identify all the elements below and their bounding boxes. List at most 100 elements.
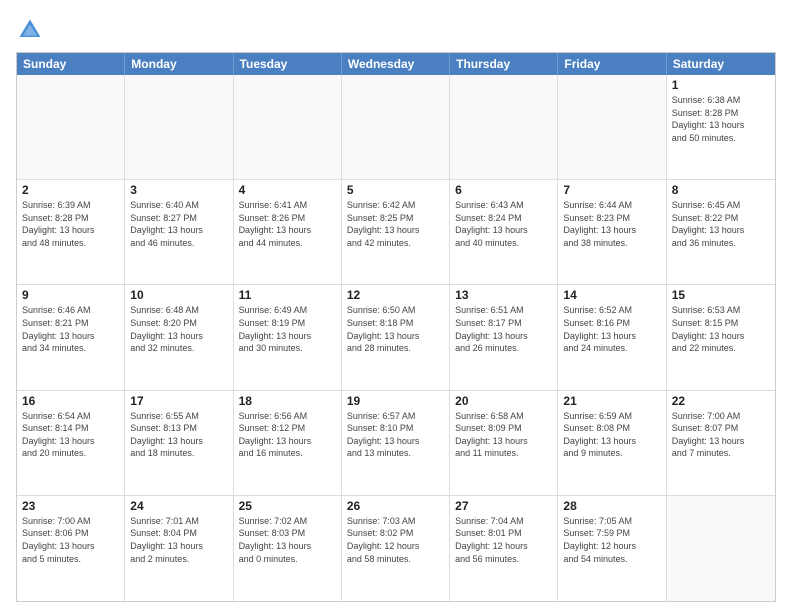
calendar-cell: 27 Sunrise: 7:04 AM Sunset: 8:01 PM Dayli… xyxy=(450,496,558,601)
day-number: 17 xyxy=(130,394,227,408)
day-number: 8 xyxy=(672,183,770,197)
day-number: 15 xyxy=(672,288,770,302)
day-info: Sunrise: 7:01 AM Sunset: 8:04 PM Dayligh… xyxy=(130,515,227,565)
calendar-week: 1 Sunrise: 6:38 AM Sunset: 8:28 PM Daylig… xyxy=(17,75,775,180)
day-number: 19 xyxy=(347,394,444,408)
calendar-week: 9Sunrise: 6:46 AM Sunset: 8:21 PM Daylig… xyxy=(17,285,775,390)
day-info: Sunrise: 6:51 AM Sunset: 8:17 PM Dayligh… xyxy=(455,304,552,354)
day-info: Sunrise: 7:00 AM Sunset: 8:07 PM Dayligh… xyxy=(672,410,770,460)
day-number: 9 xyxy=(22,288,119,302)
calendar-cell: 22 Sunrise: 7:00 AM Sunset: 8:07 PM Dayli… xyxy=(667,391,775,495)
calendar-cell: 19 Sunrise: 6:57 AM Sunset: 8:10 PM Dayli… xyxy=(342,391,450,495)
day-number: 21 xyxy=(563,394,660,408)
day-number: 20 xyxy=(455,394,552,408)
day-number: 12 xyxy=(347,288,444,302)
calendar-cell: 14 Sunrise: 6:52 AM Sunset: 8:16 PM Dayli… xyxy=(558,285,666,389)
calendar-week: 2 Sunrise: 6:39 AM Sunset: 8:28 PM Daylig… xyxy=(17,180,775,285)
calendar-cell: 28 Sunrise: 7:05 AM Sunset: 7:59 PM Dayli… xyxy=(558,496,666,601)
calendar-cell: 18 Sunrise: 6:56 AM Sunset: 8:12 PM Dayli… xyxy=(234,391,342,495)
calendar-cell xyxy=(667,496,775,601)
day-info: Sunrise: 6:40 AM Sunset: 8:27 PM Dayligh… xyxy=(130,199,227,249)
logo-icon xyxy=(16,16,44,44)
day-info: Sunrise: 7:00 AM Sunset: 8:06 PM Dayligh… xyxy=(22,515,119,565)
calendar-cell xyxy=(558,75,666,179)
calendar: SundayMondayTuesdayWednesdayThursdayFrid… xyxy=(16,52,776,602)
calendar-week: 16Sunrise: 6:54 AM Sunset: 8:14 PM Dayli… xyxy=(17,391,775,496)
day-number: 13 xyxy=(455,288,552,302)
weekday-header: Tuesday xyxy=(234,53,342,75)
calendar-header: SundayMondayTuesdayWednesdayThursdayFrid… xyxy=(17,53,775,75)
day-info: Sunrise: 6:56 AM Sunset: 8:12 PM Dayligh… xyxy=(239,410,336,460)
weekday-header: Friday xyxy=(558,53,666,75)
calendar-cell: 24 Sunrise: 7:01 AM Sunset: 8:04 PM Dayli… xyxy=(125,496,233,601)
day-number: 23 xyxy=(22,499,119,513)
day-info: Sunrise: 7:05 AM Sunset: 7:59 PM Dayligh… xyxy=(563,515,660,565)
day-number: 11 xyxy=(239,288,336,302)
calendar-cell xyxy=(234,75,342,179)
calendar-cell: 26 Sunrise: 7:03 AM Sunset: 8:02 PM Dayli… xyxy=(342,496,450,601)
day-info: Sunrise: 6:52 AM Sunset: 8:16 PM Dayligh… xyxy=(563,304,660,354)
calendar-cell xyxy=(125,75,233,179)
day-number: 16 xyxy=(22,394,119,408)
calendar-cell: 8 Sunrise: 6:45 AM Sunset: 8:22 PM Daylig… xyxy=(667,180,775,284)
calendar-cell: 4 Sunrise: 6:41 AM Sunset: 8:26 PM Daylig… xyxy=(234,180,342,284)
day-number: 10 xyxy=(130,288,227,302)
day-info: Sunrise: 6:49 AM Sunset: 8:19 PM Dayligh… xyxy=(239,304,336,354)
calendar-cell: 6 Sunrise: 6:43 AM Sunset: 8:24 PM Daylig… xyxy=(450,180,558,284)
calendar-cell: 21 Sunrise: 6:59 AM Sunset: 8:08 PM Dayli… xyxy=(558,391,666,495)
day-number: 6 xyxy=(455,183,552,197)
day-info: Sunrise: 6:38 AM Sunset: 8:28 PM Dayligh… xyxy=(672,94,770,144)
day-number: 26 xyxy=(347,499,444,513)
day-number: 3 xyxy=(130,183,227,197)
day-number: 22 xyxy=(672,394,770,408)
weekday-header: Sunday xyxy=(17,53,125,75)
calendar-week: 23 Sunrise: 7:00 AM Sunset: 8:06 PM Dayli… xyxy=(17,496,775,601)
calendar-cell: 11 Sunrise: 6:49 AM Sunset: 8:19 PM Dayli… xyxy=(234,285,342,389)
calendar-cell xyxy=(342,75,450,179)
calendar-cell xyxy=(450,75,558,179)
calendar-cell: 15 Sunrise: 6:53 AM Sunset: 8:15 PM Dayli… xyxy=(667,285,775,389)
day-number: 2 xyxy=(22,183,119,197)
calendar-cell xyxy=(17,75,125,179)
day-info: Sunrise: 7:03 AM Sunset: 8:02 PM Dayligh… xyxy=(347,515,444,565)
weekday-header: Saturday xyxy=(667,53,775,75)
day-info: Sunrise: 6:39 AM Sunset: 8:28 PM Dayligh… xyxy=(22,199,119,249)
calendar-cell: 5Sunrise: 6:42 AM Sunset: 8:25 PM Daylig… xyxy=(342,180,450,284)
day-number: 18 xyxy=(239,394,336,408)
day-info: Sunrise: 6:42 AM Sunset: 8:25 PM Dayligh… xyxy=(347,199,444,249)
calendar-cell: 7Sunrise: 6:44 AM Sunset: 8:23 PM Daylig… xyxy=(558,180,666,284)
day-info: Sunrise: 7:02 AM Sunset: 8:03 PM Dayligh… xyxy=(239,515,336,565)
day-number: 25 xyxy=(239,499,336,513)
weekday-header: Thursday xyxy=(450,53,558,75)
day-number: 28 xyxy=(563,499,660,513)
day-info: Sunrise: 6:41 AM Sunset: 8:26 PM Dayligh… xyxy=(239,199,336,249)
calendar-cell: 23 Sunrise: 7:00 AM Sunset: 8:06 PM Dayli… xyxy=(17,496,125,601)
day-info: Sunrise: 6:44 AM Sunset: 8:23 PM Dayligh… xyxy=(563,199,660,249)
calendar-cell: 10Sunrise: 6:48 AM Sunset: 8:20 PM Dayli… xyxy=(125,285,233,389)
calendar-cell: 25 Sunrise: 7:02 AM Sunset: 8:03 PM Dayli… xyxy=(234,496,342,601)
calendar-cell: 13 Sunrise: 6:51 AM Sunset: 8:17 PM Dayli… xyxy=(450,285,558,389)
day-info: Sunrise: 6:59 AM Sunset: 8:08 PM Dayligh… xyxy=(563,410,660,460)
day-info: Sunrise: 6:55 AM Sunset: 8:13 PM Dayligh… xyxy=(130,410,227,460)
day-number: 4 xyxy=(239,183,336,197)
calendar-cell: 2 Sunrise: 6:39 AM Sunset: 8:28 PM Daylig… xyxy=(17,180,125,284)
day-number: 27 xyxy=(455,499,552,513)
logo xyxy=(16,16,46,44)
day-number: 1 xyxy=(672,78,770,92)
day-info: Sunrise: 6:57 AM Sunset: 8:10 PM Dayligh… xyxy=(347,410,444,460)
day-info: Sunrise: 6:58 AM Sunset: 8:09 PM Dayligh… xyxy=(455,410,552,460)
day-info: Sunrise: 6:43 AM Sunset: 8:24 PM Dayligh… xyxy=(455,199,552,249)
page: SundayMondayTuesdayWednesdayThursdayFrid… xyxy=(0,0,792,612)
header xyxy=(16,12,776,44)
calendar-body: 1 Sunrise: 6:38 AM Sunset: 8:28 PM Daylig… xyxy=(17,75,775,601)
day-number: 14 xyxy=(563,288,660,302)
calendar-cell: 9Sunrise: 6:46 AM Sunset: 8:21 PM Daylig… xyxy=(17,285,125,389)
day-info: Sunrise: 6:45 AM Sunset: 8:22 PM Dayligh… xyxy=(672,199,770,249)
day-number: 24 xyxy=(130,499,227,513)
weekday-header: Wednesday xyxy=(342,53,450,75)
calendar-cell: 16Sunrise: 6:54 AM Sunset: 8:14 PM Dayli… xyxy=(17,391,125,495)
day-info: Sunrise: 6:53 AM Sunset: 8:15 PM Dayligh… xyxy=(672,304,770,354)
weekday-header: Monday xyxy=(125,53,233,75)
day-info: Sunrise: 7:04 AM Sunset: 8:01 PM Dayligh… xyxy=(455,515,552,565)
calendar-cell: 3 Sunrise: 6:40 AM Sunset: 8:27 PM Daylig… xyxy=(125,180,233,284)
